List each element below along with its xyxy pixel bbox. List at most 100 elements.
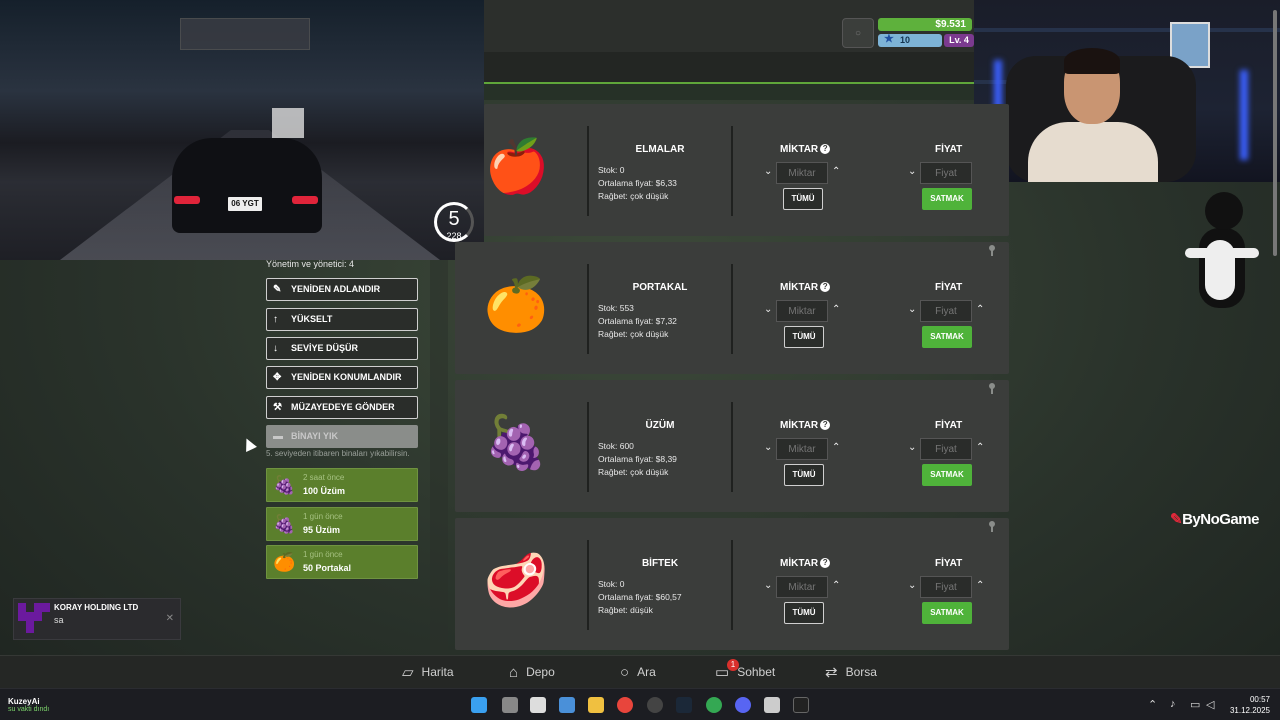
relocate-button[interactable]: ✥ YENİDEN KONUMLANDIR [266,366,418,389]
photos-icon[interactable] [559,697,575,713]
webcam-overlay [974,0,1280,182]
sponsor-logo-text: ByNoGame [1182,511,1259,528]
chevron-down-icon[interactable]: ⌄ [764,442,772,453]
led-light [1240,70,1248,160]
discord-icon[interactable] [735,697,751,713]
help-icon[interactable]: ? [820,282,831,293]
help-icon[interactable]: ? [820,144,831,155]
chevron-down-icon[interactable]: ⌄ [764,166,772,177]
sell-button[interactable]: SATMAK [922,464,972,486]
chevron-up-icon[interactable]: ⌃ [976,304,984,315]
chevron-down-icon[interactable]: ⌄ [764,304,772,315]
all-button[interactable]: TÜMÜ [784,464,824,486]
edit-icon: ✎ [273,284,282,295]
stars-count: 10 [900,35,911,45]
sell-button[interactable]: SATMAK [922,602,972,624]
chevron-up-icon[interactable]: ⌃ [832,304,840,315]
steam-icon[interactable] [676,697,692,713]
chevron-down-icon[interactable]: ⌄ [908,166,916,177]
chevron-up-icon[interactable]: ⌃ [976,580,984,591]
chat-notification[interactable]: KORAY HOLDING LTD sa ✕ [13,598,181,640]
chevron-up-icon[interactable]: ⌃ [976,442,984,453]
chevron-up-icon[interactable]: ⌃ [832,166,840,177]
windows-start-icon[interactable] [471,697,487,713]
product-info: Stok: 0 Ortalama fiyat: $60,57 Rağbet: d… [598,578,682,617]
nav-exchange[interactable]: ⇄ Borsa [825,662,877,682]
history-amount: 95 Üzüm [303,525,341,535]
pin-icon[interactable] [989,245,995,256]
streamer-body [1028,122,1158,182]
notification-message: sa [54,615,64,625]
profile-icon[interactable]: ○ [842,18,874,48]
product-info: Stok: 553 Ortalama fiyat: $7,32 Rağbet: … [598,302,677,341]
all-button[interactable]: TÜMÜ [784,602,824,624]
price-input[interactable] [920,162,972,184]
chevron-down-icon[interactable]: ⌄ [908,580,916,591]
help-icon[interactable]: ? [820,420,831,431]
microphone-icon[interactable]: ♪ [1170,698,1176,710]
nav-map[interactable]: ▱ Harita [402,662,454,682]
history-time: 1 gün önce [303,550,343,559]
quantity-input[interactable] [776,162,828,184]
app-icon[interactable] [793,697,809,713]
all-button[interactable]: TÜMÜ [783,188,823,210]
scrollbar-thumb[interactable] [1273,10,1277,256]
nav-chat[interactable]: ▭ 1 Sohbet [715,659,775,682]
price-input[interactable] [920,576,972,598]
demolish-button[interactable]: ▬ BİNAYI YIK [266,425,418,448]
panel-divider [430,260,448,650]
pin-icon[interactable] [989,383,995,394]
nav-search[interactable]: ○ Ara [620,662,656,682]
quantity-input[interactable] [776,438,828,460]
truck [272,108,304,138]
page-scrollbar[interactable] [1271,0,1280,655]
nav-warehouse[interactable]: ⌂ Depo [509,662,555,682]
card-divider [587,402,589,492]
quantity-header-label: MİKTAR [780,420,819,431]
chevron-up-icon[interactable]: ⌃ [1148,698,1157,711]
quantity-header: MİKTAR? [780,144,831,155]
stock-text: Stok: 600 [598,441,634,451]
chevron-down-icon[interactable]: ⌄ [908,304,916,315]
price-input[interactable] [920,438,972,460]
product-info: Stok: 0 Ortalama fiyat: $6,33 Rağbet: ço… [598,164,677,203]
auction-button[interactable]: ⚒ MÜZAYEDEYE GÖNDER [266,396,418,419]
header-strip [484,84,974,100]
auction-label: MÜZAYEDEYE GÖNDER [291,402,395,412]
file-explorer-icon[interactable] [588,697,604,713]
all-button[interactable]: TÜMÜ [784,326,824,348]
volume-icon[interactable]: ◁ [1206,698,1214,711]
weather-widget[interactable]: KuzeyAi su vakti dındı [8,697,49,713]
card-divider [587,126,589,216]
sell-button[interactable]: SATMAK [922,326,972,348]
chevron-up-icon[interactable]: ⌃ [832,442,840,453]
system-clock[interactable]: 00:57 31.12.2025 [1228,694,1270,716]
quantity-header: MİKTAR? [780,282,831,293]
chevron-up-icon[interactable]: ⌃ [832,580,840,591]
chrome-icon[interactable] [706,697,722,713]
quantity-input[interactable] [776,300,828,322]
task-view-icon[interactable] [502,697,518,713]
help-icon[interactable]: ? [820,558,831,569]
rename-button[interactable]: ✎ YENİDEN ADLANDIR [266,278,418,301]
chevron-down-icon[interactable]: ⌄ [764,580,772,591]
upgrade-button[interactable]: ↑ YÜKSELT [266,308,418,331]
app-icon[interactable] [530,697,546,713]
app-icon[interactable] [764,697,780,713]
card-divider [731,540,733,630]
quantity-input[interactable] [776,576,828,598]
chrome-icon[interactable] [617,697,633,713]
chevron-down-icon[interactable]: ⌄ [908,442,916,453]
app-icon[interactable] [647,697,663,713]
display-icon[interactable]: ▭ [1190,698,1200,711]
downgrade-button[interactable]: ↓ SEVİYE DÜŞÜR [266,337,418,360]
price-input[interactable] [920,300,972,322]
pin-icon[interactable] [989,521,995,532]
close-icon[interactable]: ✕ [166,613,174,624]
clock-time: 00:57 [1249,695,1270,704]
demand-text: Rağbet: çok düşük [598,191,669,201]
price-header: FİYAT [935,282,963,293]
stock-text: Stok: 0 [598,579,625,589]
sell-button[interactable]: SATMAK [922,188,972,210]
card-divider [587,264,589,354]
